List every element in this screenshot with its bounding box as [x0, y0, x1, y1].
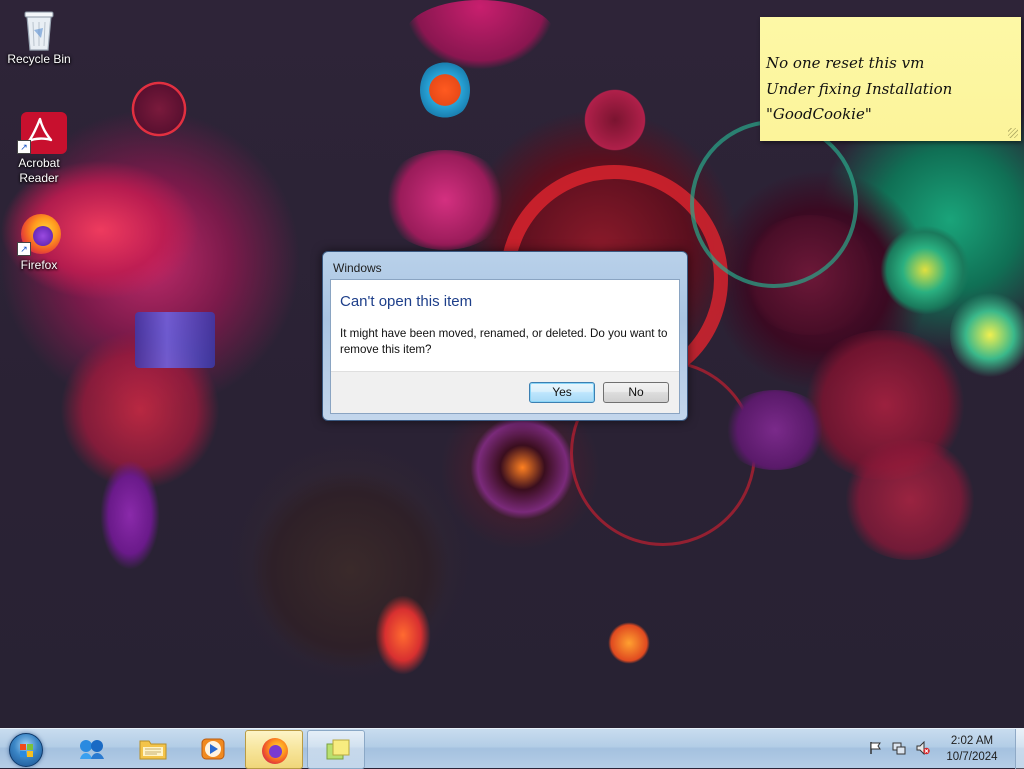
taskbar-windows-media-player[interactable]: [184, 730, 240, 767]
yes-button[interactable]: Yes: [529, 382, 595, 403]
taskbar-sticky-notes[interactable]: [307, 730, 365, 769]
wallpaper-decoration: [470, 415, 575, 520]
firefox-icon: ↗: [17, 214, 61, 256]
desktop-icon-firefox[interactable]: ↗ Firefox: [2, 214, 76, 273]
dialog-main-instruction: Can't open this item: [340, 293, 473, 310]
wallpaper-decoration: [375, 595, 431, 675]
media-player-icon: [200, 737, 226, 761]
recycle-bin-label: Recycle Bin: [7, 52, 71, 66]
taskbar-windows-live[interactable]: [62, 730, 118, 767]
wallpaper-decoration: [580, 85, 650, 155]
dialog-message: It might have been moved, renamed, or de…: [340, 327, 668, 356]
wallpaper-decoration: [405, 0, 555, 70]
wallpaper-decoration: [840, 440, 980, 560]
desktop-icon-recycle-bin[interactable]: Recycle Bin: [2, 8, 76, 67]
acrobat-reader-label: Acrobat Reader: [18, 156, 60, 185]
sticky-note[interactable]: No one reset this vm Under fixing Instal…: [760, 17, 1021, 141]
wallpaper-decoration: [130, 80, 188, 138]
recycle-bin-icon: [19, 8, 59, 51]
resize-grip[interactable]: [1008, 128, 1018, 138]
desktop[interactable]: Recycle Bin ↗ Acrobat Reader ↗ Firefox N…: [0, 0, 1024, 728]
action-center-flag-icon[interactable]: [868, 741, 882, 755]
start-button[interactable]: [4, 730, 48, 768]
no-button[interactable]: No: [603, 382, 669, 403]
acrobat-reader-icon: ↗: [17, 112, 67, 154]
taskbar-windows-explorer[interactable]: [123, 730, 179, 767]
windows-live-icon: [78, 737, 104, 761]
sticky-note-line: No one reset this vm: [766, 54, 925, 72]
message-dialog[interactable]: Windows Can't open this item It might ha…: [322, 251, 688, 421]
wallpaper-decoration: [135, 312, 215, 368]
system-clock[interactable]: 2:02 AM 10/7/2024: [932, 733, 1012, 765]
network-icon[interactable]: [892, 741, 906, 755]
clock-date: 10/7/2024: [946, 751, 998, 763]
taskbar: 2:02 AM 10/7/2024: [0, 728, 1024, 769]
shortcut-arrow-icon: ↗: [17, 242, 31, 256]
windows-logo-icon: [9, 733, 43, 767]
volume-muted-icon[interactable]: [916, 740, 930, 756]
wallpaper-decoration: [608, 622, 650, 664]
firefox-icon: [262, 738, 288, 764]
wallpaper-decoration: [880, 225, 970, 315]
sticky-note-line: "GoodCookie": [766, 105, 872, 123]
shortcut-arrow-icon: ↗: [17, 140, 31, 154]
sticky-note-line: Under fixing Installation: [766, 79, 953, 98]
wallpaper-decoration: [720, 390, 830, 470]
folder-icon: [139, 737, 167, 761]
wallpaper-decoration: [100, 460, 160, 570]
dialog-button-bar: Yes No: [331, 371, 679, 413]
dialog-title: Windows: [333, 261, 382, 275]
show-desktop-button[interactable]: [1015, 729, 1024, 769]
wallpaper-decoration: [690, 120, 858, 288]
dialog-content: Can't open this item It might have been …: [330, 279, 680, 414]
wallpaper-decoration: [380, 150, 510, 250]
desktop-icon-acrobat-reader[interactable]: ↗ Acrobat Reader: [2, 112, 76, 186]
wallpaper-decoration: [950, 290, 1024, 380]
taskbar-firefox[interactable]: [245, 730, 303, 769]
clock-time: 2:02 AM: [950, 735, 994, 747]
firefox-label: Firefox: [20, 258, 58, 272]
sticky-notes-icon: [324, 738, 350, 762]
